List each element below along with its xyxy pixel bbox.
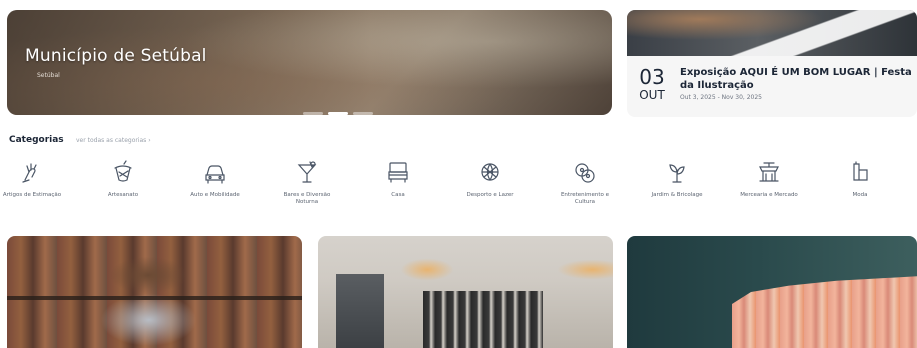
category-label: Moda: [852, 192, 868, 198]
crafts-icon: [114, 160, 132, 182]
plant-icon: [669, 164, 685, 183]
carousel-dot[interactable]: [353, 112, 373, 115]
car-icon: [205, 165, 225, 184]
ball-icon: [481, 163, 499, 181]
category-label: Desporto e Lazer: [466, 192, 514, 198]
category-list: Artigos de Estimação Artesanato Auto e M…: [0, 160, 917, 222]
event-date: 03 OUT: [637, 66, 667, 102]
category-item-auto[interactable]: Auto e Mobilidade: [185, 160, 245, 199]
event-date-range: Out 3, 2025 - Nov 30, 2025: [680, 94, 763, 101]
fashion-icon: [853, 161, 868, 181]
category-item-nightlife[interactable]: Bares e Diversão Noturna: [277, 160, 337, 206]
category-label: Bares e Diversão Noturna: [283, 192, 331, 205]
store-photo-boutique[interactable]: [318, 236, 613, 348]
film-icon: [575, 163, 595, 183]
photo-detail: [423, 291, 543, 348]
category-item-pets[interactable]: Artigos de Estimação: [2, 160, 62, 199]
category-label: Auto e Mobilidade: [190, 192, 240, 198]
hero-carousel-dots: [303, 112, 373, 115]
category-item-fashion[interactable]: Moda: [830, 160, 890, 199]
store-photo-rack[interactable]: [627, 236, 917, 348]
category-item-home[interactable]: Casa: [368, 160, 428, 199]
store-photo-vintage[interactable]: [7, 236, 302, 348]
category-item-sports[interactable]: Desporto e Lazer: [460, 160, 520, 199]
category-item-culture[interactable]: Entretenimento e Cultura: [555, 160, 615, 206]
category-label: Entretenimento e Cultura: [560, 192, 610, 205]
categories-heading: Categorias: [9, 135, 64, 145]
carousel-dot-active[interactable]: [328, 112, 348, 115]
photo-detail: [732, 276, 917, 348]
see-all-categories-link[interactable]: ver todas as categorias ›: [76, 137, 151, 144]
category-label: Mercearia e Mercado: [740, 192, 798, 198]
market-icon: [759, 162, 779, 182]
carousel-dot[interactable]: [303, 112, 323, 115]
pet-hand-icon: [22, 163, 37, 183]
sofa-icon: [388, 162, 408, 183]
hero-subtitle: Setúbal: [37, 72, 60, 79]
event-image: [627, 10, 917, 56]
category-item-garden[interactable]: Jardim & Bricolage: [647, 160, 707, 199]
cocktail-icon: [297, 161, 317, 183]
category-item-grocery[interactable]: Mercearia e Mercado: [739, 160, 799, 199]
hero-title: Município de Setúbal: [25, 46, 207, 66]
category-label: Jardim & Bricolage: [651, 192, 703, 198]
category-label: Artesanato: [107, 192, 139, 198]
category-item-crafts[interactable]: Artesanato: [93, 160, 153, 199]
hero-banner[interactable]: Município de Setúbal Setúbal: [7, 10, 612, 115]
photo-detail: [336, 274, 384, 348]
event-title[interactable]: Exposição AQUI É UM BOM LUGAR | Festa da…: [680, 66, 912, 92]
category-label: Casa: [391, 192, 405, 198]
event-month: OUT: [639, 88, 665, 102]
category-label: Artigos de Estimação: [2, 192, 62, 198]
event-card[interactable]: 03 OUT Exposição AQUI É UM BOM LUGAR | F…: [627, 10, 917, 117]
event-day: 03: [639, 65, 665, 89]
